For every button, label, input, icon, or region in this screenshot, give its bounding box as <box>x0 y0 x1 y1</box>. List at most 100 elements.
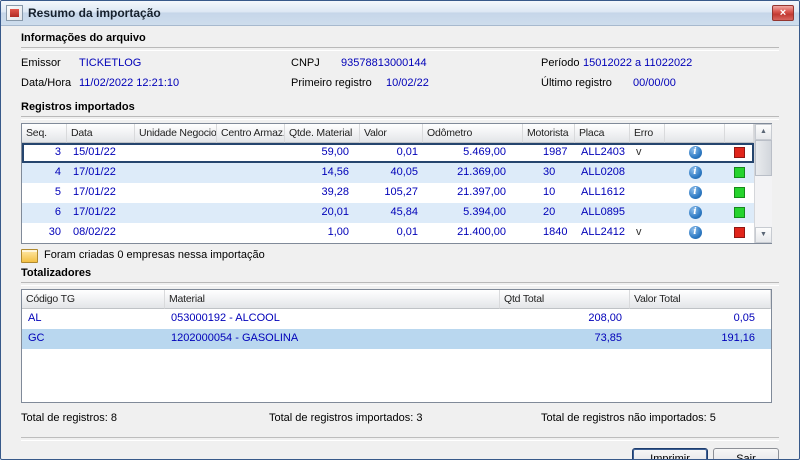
cell-valor: 0,01 <box>396 226 418 239</box>
companies-note-icon <box>21 248 38 263</box>
cell-qtd-total: 208,00 <box>588 312 622 325</box>
companies-note: Foram criadas 0 empresas nessa importaçã… <box>21 244 779 265</box>
periodo-label: Período <box>541 57 580 70</box>
info-icon[interactable]: i <box>688 186 702 200</box>
col-motorista[interactable]: Motorista <box>523 123 575 143</box>
cell-placa: ALL0208 <box>581 166 626 179</box>
cell-motorista: 20 <box>543 206 556 219</box>
cell-status <box>725 227 754 239</box>
cell-valor-total: 0,05 <box>733 312 755 325</box>
total-row[interactable]: GC 1202000054 - GASOLINA 73,85 191,16 <box>22 328 771 349</box>
col-valor[interactable]: Valor <box>360 123 423 143</box>
cell-valor: 105,27 <box>384 186 418 199</box>
cell-qtde: 59,00 <box>321 146 349 159</box>
print-button[interactable]: Imprimir <box>632 447 708 459</box>
window-icon <box>6 5 23 21</box>
cell-seq: 6 <box>54 206 61 219</box>
col-odometro[interactable]: Odômetro <box>423 123 523 143</box>
button-bar: Imprimir Sair <box>21 441 779 459</box>
companies-note-text: Foram criadas 0 empresas nessa importaçã… <box>44 249 265 262</box>
info-icon[interactable]: i <box>688 146 702 160</box>
status-indicator <box>734 207 745 219</box>
records-scrollbar[interactable]: ▲ ▼ <box>754 123 772 243</box>
field-periodo: Período 15012022 a 11022022 <box>541 57 779 70</box>
cell-seq: 30 <box>48 226 61 239</box>
cell-codigo: GC <box>28 332 45 345</box>
divider <box>21 281 779 286</box>
col-valor-total[interactable]: Valor Total <box>630 289 771 309</box>
scroll-thumb[interactable] <box>755 139 772 176</box>
record-row[interactable]: 5 17/01/22 39,28 105,27 21.397,00 10 ALL… <box>22 182 754 203</box>
col-data[interactable]: Data <box>67 123 135 143</box>
ultimo-registro-value: 00/00/00 <box>633 77 676 90</box>
window-title: Resumo da importação <box>28 5 161 20</box>
primeiro-registro-label: Primeiro registro <box>291 77 372 90</box>
not-imported-records-text: Total de registros não importados: 5 <box>541 411 716 424</box>
record-row[interactable]: 30 08/02/22 1,00 0,01 21.400,00 1840 ALL… <box>22 222 754 243</box>
col-qtd-total[interactable]: Qtd Total <box>500 289 630 309</box>
status-indicator <box>734 187 745 199</box>
divider <box>21 115 779 120</box>
field-cnpj: CNPJ 93578813000144 <box>291 57 541 70</box>
col-codigo-tg[interactable]: Código TG <box>22 289 165 309</box>
cnpj-label: CNPJ <box>291 57 320 70</box>
cell-placa: ALL0895 <box>581 206 626 219</box>
col-placa[interactable]: Placa <box>575 123 630 143</box>
cell-odometro: 5.394,00 <box>463 206 506 219</box>
cell-qtde: 14,56 <box>321 166 349 179</box>
cell-qtde: 39,28 <box>321 186 349 199</box>
cell-seq: 5 <box>54 186 61 199</box>
col-info[interactable] <box>665 123 725 143</box>
record-row[interactable]: 6 17/01/22 20,01 45,84 5.394,00 20 ALL08… <box>22 202 754 223</box>
status-indicator <box>734 167 745 179</box>
col-status[interactable] <box>725 123 754 143</box>
cell-qtde: 20,01 <box>321 206 349 219</box>
col-qtde-material[interactable]: Qtde. Material <box>285 123 360 143</box>
cell-qtd-total: 73,85 <box>594 332 622 345</box>
cell-seq: 4 <box>54 166 61 179</box>
totals-title: Totalizadores <box>21 266 92 279</box>
col-material[interactable]: Material <box>165 289 500 309</box>
close-button[interactable]: × <box>772 5 794 21</box>
periodo-value: 15012022 a 11022022 <box>583 57 693 70</box>
col-centro-armaz[interactable]: Centro Armaz. <box>217 123 285 143</box>
total-row[interactable]: AL 053000192 - ALCOOL 208,00 0,05 <box>22 308 771 329</box>
ultimo-registro-label: Último registro <box>541 77 612 90</box>
status-indicator <box>734 147 745 159</box>
field-ultimo-registro: Último registro 00/00/00 <box>541 77 779 90</box>
cell-codigo: AL <box>28 312 42 325</box>
titlebar: Resumo da importação × <box>1 1 799 26</box>
col-erro[interactable]: Erro <box>630 123 665 143</box>
scroll-down-button[interactable]: ▼ <box>755 226 772 243</box>
field-primeiro-registro: Primeiro registro 10/02/22 <box>291 77 541 90</box>
col-unidade-negocio[interactable]: Unidade Negocio <box>135 123 217 143</box>
cell-motorista: 10 <box>543 186 556 199</box>
info-icon[interactable]: i <box>688 226 702 240</box>
record-row[interactable]: 3 15/01/22 59,00 0,01 5.469,00 1987 ALL2… <box>22 142 754 163</box>
col-seq[interactable]: Seq. <box>22 123 67 143</box>
record-row[interactable]: 4 17/01/22 14,56 40,05 21.369,00 30 ALL0… <box>22 162 754 183</box>
dialog-body: Informações do arquivo Emissor TICKETLOG… <box>1 26 799 459</box>
cell-placa: ALL1612 <box>581 186 626 199</box>
cell-info: i <box>665 146 725 160</box>
cell-motorista: 1987 <box>543 146 568 159</box>
exit-button[interactable]: Sair <box>713 447 779 459</box>
scroll-up-button[interactable]: ▲ <box>755 123 772 140</box>
cell-qtde: 1,00 <box>327 226 349 239</box>
cell-odometro: 21.369,00 <box>457 166 506 179</box>
cell-valor: 0,01 <box>396 146 418 159</box>
info-icon[interactable]: i <box>688 166 702 180</box>
cell-status <box>725 187 754 199</box>
cell-material: 1202000054 - GASOLINA <box>171 332 299 345</box>
scroll-track[interactable] <box>755 176 772 227</box>
info-icon[interactable]: i <box>688 206 702 220</box>
datahora-label: Data/Hora <box>21 77 72 90</box>
import-summary-dialog: Resumo da importação × Informações do ar… <box>0 0 800 460</box>
records-grid-main: Seq. Data Unidade Negocio Centro Armaz. … <box>22 123 754 243</box>
cell-erro: v <box>636 146 642 159</box>
total-records-text: Total de registros: 8 <box>21 411 117 424</box>
cell-valor: 40,05 <box>390 166 418 179</box>
cnpj-value: 93578813000144 <box>341 57 427 70</box>
cell-motorista: 1840 <box>543 226 568 239</box>
field-datahora: Data/Hora 11/02/2022 12:21:10 <box>21 77 291 90</box>
